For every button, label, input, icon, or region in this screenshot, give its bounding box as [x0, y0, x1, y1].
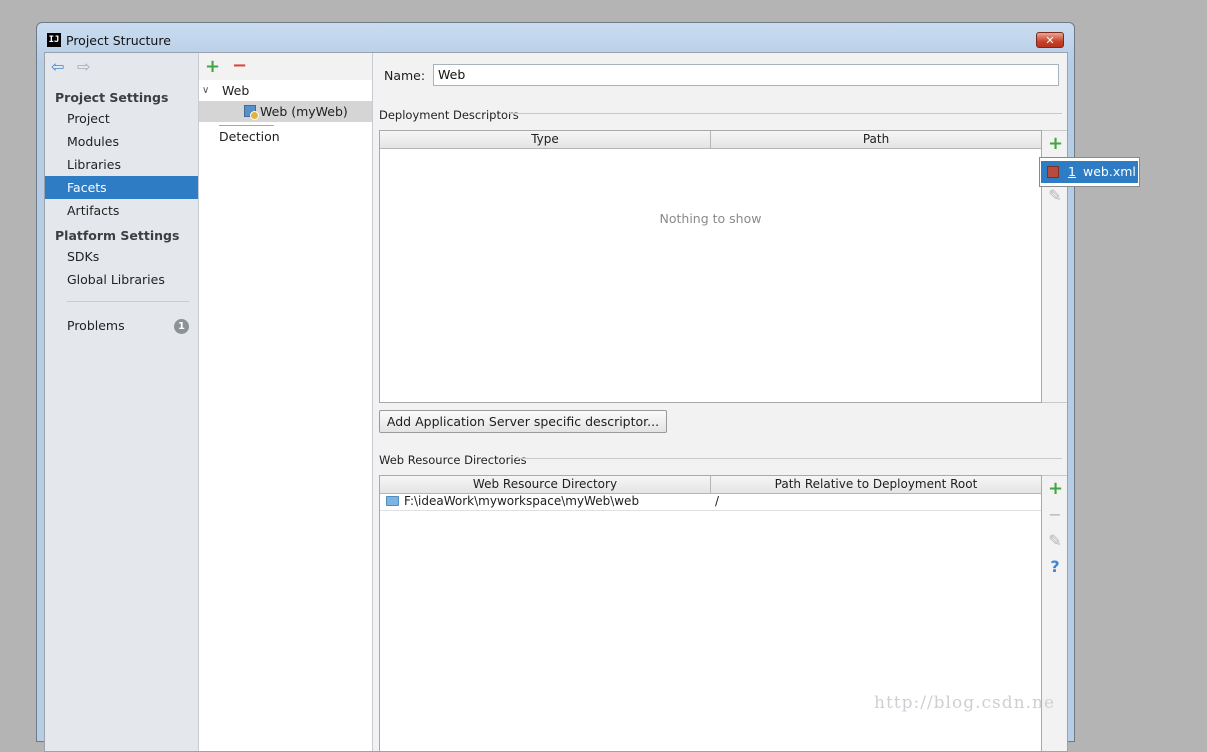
name-label: Name:: [384, 68, 426, 83]
settings-nav: ⇦ ⇨ Project Settings Project Modules Lib…: [45, 53, 199, 751]
add-facet-icon[interactable]: +: [205, 58, 220, 76]
remove-facet-icon[interactable]: −: [232, 57, 247, 75]
web-resource-directories-header: Web Resource Directory Path Relative to …: [380, 476, 1041, 494]
add-server-descriptor-button[interactable]: Add Application Server specific descript…: [379, 410, 667, 433]
deployment-descriptors-title: Deployment Descriptors: [379, 108, 519, 122]
nav-item-project[interactable]: Project: [45, 107, 198, 130]
nav-item-modules[interactable]: Modules: [45, 130, 198, 153]
folder-icon: [386, 496, 399, 506]
edit-directory-icon[interactable]: ✎: [1048, 533, 1062, 549]
dialog-body: ⇦ ⇨ Project Settings Project Modules Lib…: [44, 52, 1068, 752]
nav-item-problems[interactable]: Problems 1: [45, 314, 198, 337]
forward-arrow-icon[interactable]: ⇨: [77, 59, 90, 75]
nav-item-libraries[interactable]: Libraries: [45, 153, 198, 176]
popup-item-index: 1: [1068, 164, 1076, 179]
xml-file-icon: [1047, 166, 1059, 178]
expand-chevron-icon[interactable]: ∨: [202, 80, 209, 101]
project-settings-header: Project Settings: [55, 90, 169, 105]
nav-item-artifacts[interactable]: Artifacts: [45, 199, 198, 222]
window-title: Project Structure: [66, 33, 171, 48]
popup-item-label: web.xml: [1083, 164, 1136, 179]
add-descriptor-popup: 1 web.xml: [1039, 157, 1140, 187]
tree-node-web-label: Web: [222, 83, 250, 98]
web-facet-icon: [244, 105, 259, 120]
tree-node-detection[interactable]: Detection: [199, 126, 372, 147]
add-descriptor-icon[interactable]: +: [1048, 135, 1063, 153]
edit-descriptor-icon[interactable]: ✎: [1048, 188, 1062, 204]
facets-tree-panel: + − ∨ Web Web (myWeb) Detection: [199, 53, 373, 751]
web-resource-directory-cell[interactable]: F:\ideaWork\myworkspace\myWeb\web: [404, 493, 639, 510]
problems-label: Problems: [67, 318, 125, 333]
add-directory-icon[interactable]: +: [1048, 480, 1063, 498]
back-arrow-icon[interactable]: ⇦: [51, 59, 64, 75]
web-resource-directories-title: Web Resource Directories: [379, 453, 527, 467]
column-path-relative[interactable]: Path Relative to Deployment Root: [711, 476, 1041, 493]
deployment-descriptors-divider: [509, 113, 1062, 114]
nav-item-global-libraries[interactable]: Global Libraries: [45, 268, 198, 291]
problems-count-badge: 1: [174, 319, 189, 334]
table-row[interactable]: F:\ideaWork\myworkspace\myWeb\web /: [380, 493, 1041, 511]
nav-divider: [67, 301, 189, 302]
nav-item-facets[interactable]: Facets: [45, 176, 198, 199]
facets-toolbar: + −: [199, 53, 372, 80]
help-icon[interactable]: ?: [1048, 559, 1062, 575]
tree-node-web[interactable]: ∨ Web: [199, 80, 372, 101]
close-button[interactable]: ✕: [1036, 32, 1064, 48]
deployment-descriptors-table[interactable]: Type Path Nothing to show: [379, 130, 1042, 403]
column-path[interactable]: Path: [711, 131, 1041, 148]
remove-directory-icon[interactable]: −: [1048, 507, 1062, 523]
name-field[interactable]: Web: [433, 64, 1059, 86]
tree-node-web-myweb[interactable]: Web (myWeb): [199, 101, 372, 122]
nav-item-sdks[interactable]: SDKs: [45, 245, 198, 268]
web-resource-directories-divider: [517, 458, 1062, 459]
project-structure-dialog: IJ Project Structure ✕ ⇦ ⇨ Project Setti…: [36, 22, 1075, 752]
intellij-app-icon: IJ: [47, 33, 61, 47]
facet-details-panel: Name: Web Deployment Descriptors Type Pa…: [373, 53, 1067, 751]
column-type[interactable]: Type: [380, 131, 711, 148]
deployment-descriptors-header: Type Path: [380, 131, 1041, 149]
platform-settings-header: Platform Settings: [55, 228, 180, 243]
column-web-resource-directory[interactable]: Web Resource Directory: [380, 476, 711, 493]
tree-node-web-myweb-label: Web (myWeb): [260, 104, 348, 119]
tree-node-detection-label: Detection: [219, 129, 280, 144]
title-bar[interactable]: IJ Project Structure ✕: [37, 23, 1074, 52]
empty-table-message: Nothing to show: [659, 211, 762, 226]
relative-path-cell[interactable]: /: [715, 493, 719, 510]
watermark: http://blog.csdn.ne: [874, 693, 1056, 713]
popup-item-web-xml[interactable]: 1 web.xml: [1041, 161, 1138, 183]
